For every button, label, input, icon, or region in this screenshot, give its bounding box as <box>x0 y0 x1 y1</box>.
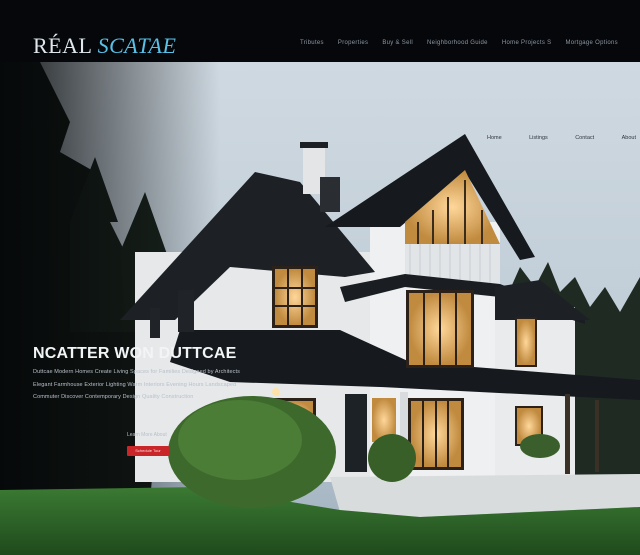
secondary-nav: Home Listings Contact About <box>487 135 636 142</box>
hero-section: Home Listings Contact About <box>0 62 640 555</box>
nav-item-3[interactable]: Buy & Sell <box>382 39 413 47</box>
subnav-item-4[interactable]: About <box>622 135 636 142</box>
brand-logo[interactable]: RÉAL SCATAE <box>33 35 176 57</box>
nav-item-1[interactable]: Tributes <box>300 39 324 47</box>
nav-item-2[interactable]: Properties <box>338 39 368 47</box>
hero-copy: NCATTER WON DUTTCAE Duttcae Modern Homes… <box>33 345 240 407</box>
hero-title: NCATTER WON DUTTCAE <box>33 345 237 362</box>
subnav-item-2[interactable]: Listings <box>529 135 548 142</box>
hero-line-2: Elegant Farmhouse Exterior Lighting Warm… <box>33 381 237 388</box>
hero-description: Duttcae Modern Homes Create Living Space… <box>33 369 240 401</box>
nav-item-5[interactable]: Home Projects S <box>502 39 552 47</box>
nav-item-6[interactable]: Mortgage Options <box>565 39 618 47</box>
brand-logo-word-1: RÉAL <box>33 33 92 58</box>
hero-line-3: Commuter Discover Contemporary Design Qu… <box>33 394 194 400</box>
brand-logo-word-2: SCATAE <box>97 33 177 58</box>
subnav-item-1[interactable]: Home <box>487 135 502 142</box>
nav-item-4[interactable]: Neighborhood Guide <box>427 39 488 47</box>
main-nav: Tributes Properties Buy & Sell Neighborh… <box>300 39 618 47</box>
hero-line-1: Duttcae Modern Homes Create Living Space… <box>33 369 241 375</box>
top-navigation-bar: RÉAL SCATAE Tributes Properties Buy & Se… <box>0 0 640 62</box>
subnav-item-3[interactable]: Contact <box>575 135 594 142</box>
cta-button[interactable]: Schedule Tour <box>127 446 169 456</box>
hero-small-link[interactable]: Learn More About <box>127 432 167 438</box>
